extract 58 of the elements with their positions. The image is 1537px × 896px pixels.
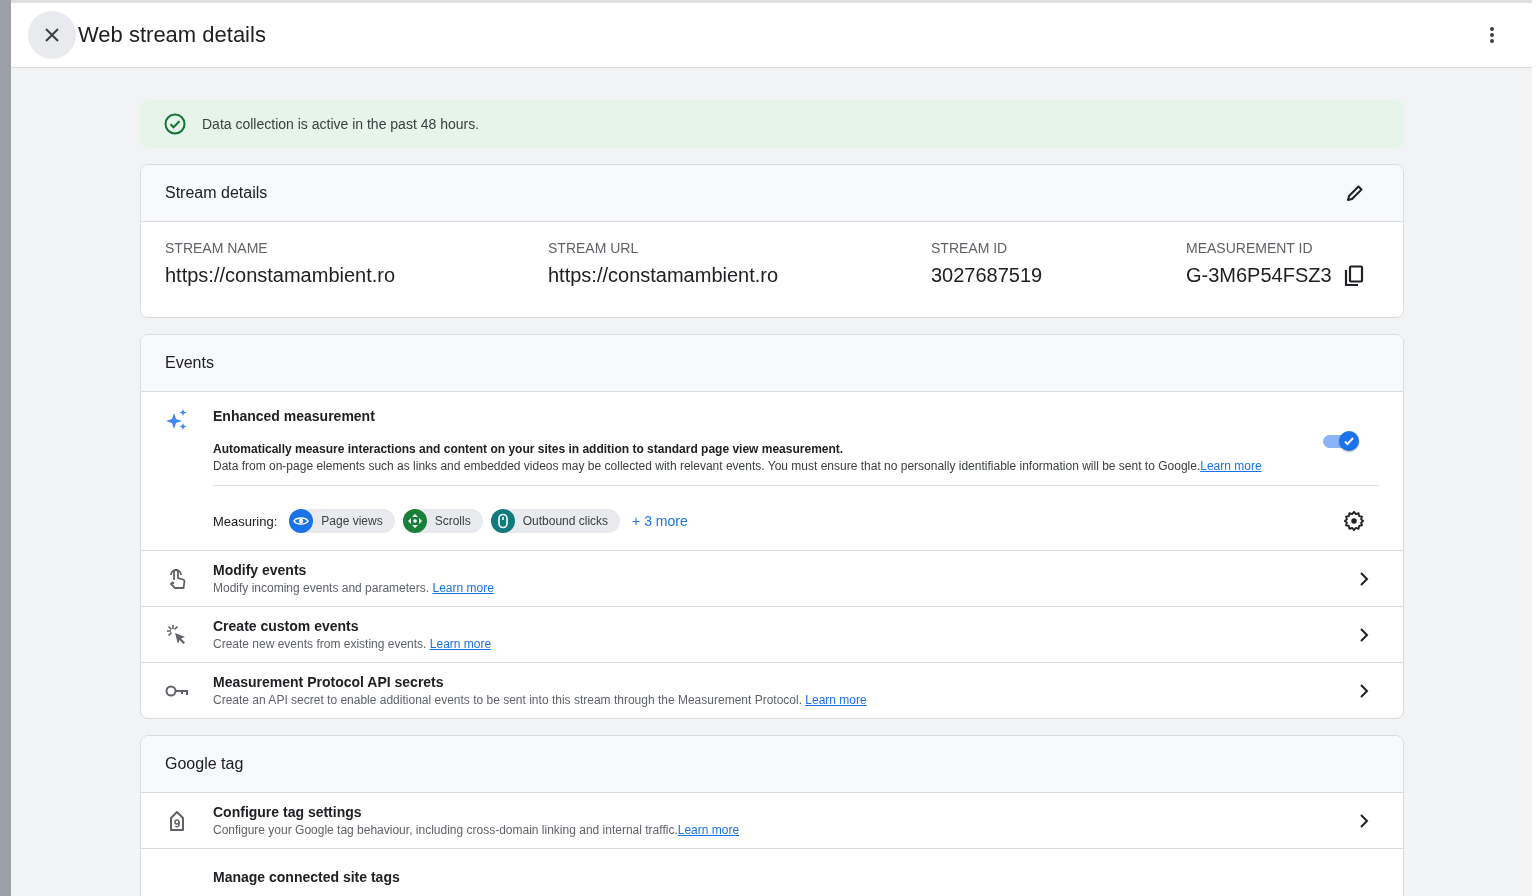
row-title: Configure tag settings — [213, 804, 363, 820]
learn-more-link[interactable]: Learn more — [677, 823, 740, 837]
measuring-label: Measuring: — [213, 513, 278, 529]
settings-row[interactable]: Modify events Modify incoming events and parameters. Learn more — [141, 551, 1403, 607]
description-text: Data from on-page elements such as links and embedded videos may be collected with relevant events. You must ensure that no personally identifiable information will be sent to Google.Learn more — [213, 459, 1263, 473]
description-text: Automatically measure interactions and content on your sites in addition to standard page view measurement. — [213, 442, 845, 456]
row-title: Modify events — [213, 562, 308, 578]
settings-icon — [1343, 510, 1365, 532]
settings-row[interactable]: Manage connected site tags — [141, 849, 1403, 896]
field-label: MEASUREMENT ID — [1186, 240, 1314, 256]
row-title: Manage connected site tags — [213, 868, 401, 885]
card-title: Events — [165, 354, 214, 372]
status-message: Data collection is active in the past 48 hours. — [202, 116, 480, 132]
settings-row[interactable]: Measurement Protocol API secrets Create an API secret to enable additional events to be sent into this stream through the Measurement Protocol. Learn more — [141, 663, 1403, 718]
key-icon — [165, 683, 189, 698]
row-title: Create custom events — [213, 618, 360, 634]
close-icon — [44, 27, 60, 43]
learn-more-link[interactable]: Learn more — [805, 693, 867, 707]
field-label: STREAM URL — [548, 240, 640, 256]
cursor-click-icon — [166, 623, 188, 646]
toggle-switch[interactable] — [1323, 429, 1359, 452]
learn-more-link[interactable]: Learn more — [429, 637, 492, 651]
field-value: 3027687519 — [931, 264, 1043, 287]
measurement-chip: Outbound clicks — [490, 509, 621, 533]
field-value: G-3M6P54FSZ3 — [1186, 264, 1332, 287]
row-title: Measurement Protocol API secrets — [213, 674, 445, 690]
card-title: Stream details — [165, 184, 268, 202]
chevron-right-icon — [1359, 571, 1369, 586]
settings-button[interactable] — [1341, 508, 1367, 534]
section-title: Enhanced measurement — [213, 408, 376, 424]
more-link[interactable]: + 3 more — [632, 513, 688, 529]
copy-button[interactable] — [1343, 264, 1364, 287]
pencil-icon — [1345, 183, 1365, 203]
settings-row[interactable]: Create custom events Create new events from existing events. Learn more — [141, 607, 1403, 663]
more-vert-icon — [1490, 27, 1494, 43]
card-title: Google tag — [165, 755, 244, 773]
page-title: Web stream details — [78, 22, 267, 48]
check-circle-icon — [164, 113, 186, 135]
settings-row[interactable]: Configure tag settings Configure your Google tag behaviour, including cross-domain linking and internal traffic.Learn more — [141, 793, 1403, 849]
row-description: Modify incoming events and parameters. Learn more — [213, 581, 495, 595]
sparkle-icon — [165, 408, 189, 432]
field-label: STREAM NAME — [165, 240, 269, 256]
row-description: Create an API secret to enable additional events to be sent into this stream through the Measurement Protocol. Learn more — [213, 693, 868, 707]
row-description: Configure your Google tag behaviour, including cross-domain linking and internal traffic.Learn more — [213, 823, 741, 837]
close-button[interactable] — [28, 11, 76, 59]
field-label: STREAM ID — [931, 240, 1009, 256]
learn-more-link[interactable]: Learn more — [432, 581, 494, 595]
row-description: Create new events from existing events. Learn more — [213, 637, 493, 651]
chevron-right-icon — [1359, 627, 1369, 642]
field-value: https://constamambient.ro — [165, 264, 396, 287]
tag-icon — [168, 809, 186, 832]
measurement-chip: Scrolls — [402, 509, 483, 533]
chevron-right-icon — [1359, 683, 1369, 698]
copy-icon — [1343, 264, 1364, 287]
field-value: https://constamambient.ro — [548, 264, 779, 287]
measurement-chip: Page views — [289, 509, 395, 533]
learn-more-link[interactable]: Learn more — [1200, 459, 1262, 473]
chevron-right-icon — [1359, 813, 1369, 828]
